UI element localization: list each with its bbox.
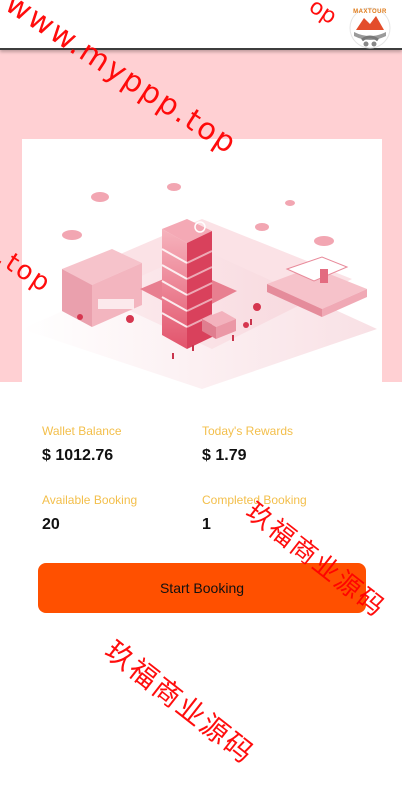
available-booking-label: Available Booking [42, 493, 138, 507]
top-bar: MAXTOUR [0, 0, 402, 50]
start-booking-button[interactable]: Start Booking [38, 563, 366, 613]
completed-booking-stat: Completed Booking 1 [202, 493, 362, 534]
todays-rewards-stat: Today's Rewards $ 1.79 [202, 424, 362, 465]
todays-rewards-value: $ 1.79 [202, 447, 247, 464]
watermark-cn-lower: 玖福商业源码 [98, 633, 261, 771]
todays-rewards-label: Today's Rewards [202, 424, 293, 438]
available-booking-stat: Available Booking 20 [42, 493, 202, 534]
completed-booking-value: 1 [202, 516, 211, 533]
city-illustration [22, 139, 382, 389]
isometric-city-icon [22, 183, 377, 389]
wallet-balance-label: Wallet Balance [42, 424, 122, 438]
wallet-balance-stat: Wallet Balance $ 1012.76 [42, 424, 202, 465]
wallet-balance-value: $ 1012.76 [42, 447, 114, 464]
available-booking-value: 20 [42, 516, 60, 533]
completed-booking-label: Completed Booking [202, 493, 307, 507]
logo-text: MAXTOUR [353, 9, 387, 15]
maxtour-logo[interactable]: MAXTOUR [348, 6, 392, 50]
